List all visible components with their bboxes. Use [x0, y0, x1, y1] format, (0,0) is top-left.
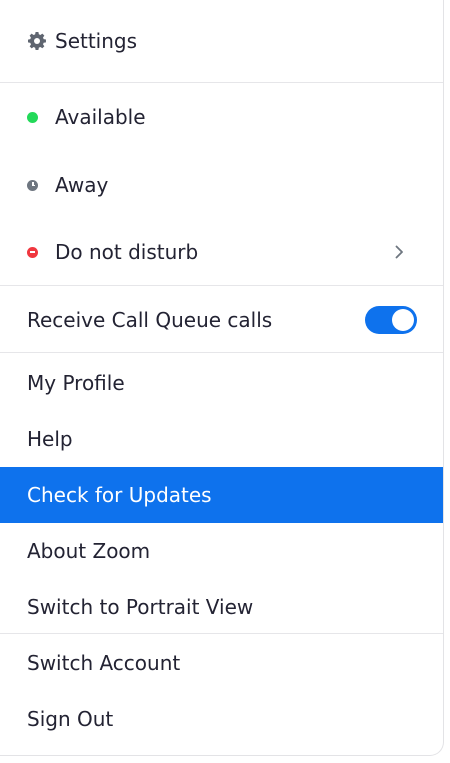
check-for-updates-label: Check for Updates [27, 483, 212, 507]
menu-item-sign-out[interactable]: Sign Out [0, 691, 443, 747]
menu-item-about-zoom[interactable]: About Zoom [0, 523, 443, 579]
call-queue-toggle[interactable] [365, 306, 417, 334]
menu-divider [0, 285, 443, 286]
menu-item-check-for-updates[interactable]: Check for Updates [0, 467, 443, 523]
menu-divider [0, 82, 443, 83]
available-status-icon [27, 111, 38, 123]
menu-item-settings-label: Settings [55, 29, 138, 53]
menu-item-help[interactable]: Help [0, 411, 443, 467]
menu-item-switch-account[interactable]: Switch Account [0, 635, 443, 691]
menu-item-call-queue[interactable]: Receive Call Queue calls [0, 292, 443, 348]
help-label: Help [27, 427, 73, 451]
profile-dropdown-menu: Settings Available Away Do not disturb R… [0, 0, 444, 756]
chevron-right-icon [395, 245, 403, 259]
do-not-disturb-icon [27, 246, 38, 258]
away-clock-icon [27, 179, 38, 191]
menu-divider [0, 352, 443, 353]
portrait-view-label: Switch to Portrait View [27, 595, 254, 619]
switch-account-label: Switch Account [27, 651, 181, 675]
about-zoom-label: About Zoom [27, 539, 151, 563]
menu-item-switch-to-portrait-view[interactable]: Switch to Portrait View [0, 579, 443, 635]
call-queue-label: Receive Call Queue calls [27, 308, 273, 332]
my-profile-label: My Profile [27, 371, 125, 395]
menu-item-settings[interactable]: Settings [0, 13, 443, 69]
status-available-label: Available [55, 105, 146, 129]
status-do-not-disturb[interactable]: Do not disturb [0, 224, 443, 280]
sign-out-label: Sign Out [27, 707, 114, 731]
status-available[interactable]: Available [0, 89, 443, 145]
status-away-label: Away [55, 173, 109, 197]
menu-divider [0, 633, 443, 634]
status-do-not-disturb-label: Do not disturb [55, 240, 199, 264]
menu-item-my-profile[interactable]: My Profile [0, 355, 443, 411]
status-away[interactable]: Away [0, 157, 443, 213]
gear-icon [27, 31, 55, 51]
toggle-knob [392, 309, 414, 331]
